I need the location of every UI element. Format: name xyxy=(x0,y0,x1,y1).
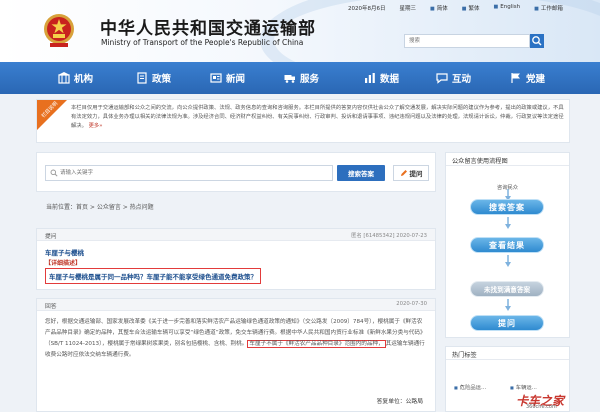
notice-body: 本栏目仅用于交通运输部和公众之间的交流，向公众提供政策、法规、政务信息的查询和咨… xyxy=(71,105,564,129)
answer-text: 您好，根据交通运输部、国家发展改革委《关于进一步完善和落实鲜活农产品运输绿色通道… xyxy=(45,317,427,361)
answer-label: 回答 xyxy=(45,304,57,310)
nav-item-party[interactable]: 党建 xyxy=(510,62,545,94)
flag-icon xyxy=(511,73,520,83)
message-panel: 搜索答案 提问 当前位置：首页 > 公众留言 > 热点问题 提问 匿名 [614… xyxy=(36,152,436,412)
divider xyxy=(446,359,569,360)
tag-item[interactable]: 危险品运… xyxy=(454,383,487,391)
flow-step-view-result[interactable]: 查看结果 xyxy=(470,237,544,253)
breadcrumb: 当前位置：首页 > 公众留言 > 热点问题 xyxy=(46,204,154,211)
usage-flowchart: 公众留言使用流程图 咨询民众 搜索答案 查看结果 未找到满意答案 提问 xyxy=(445,152,570,338)
link-work-email[interactable]: 工作邮箱 xyxy=(534,4,563,12)
arrow-down-icon xyxy=(505,255,511,267)
nav-label: 党建 xyxy=(526,74,546,85)
nav-item-service[interactable]: 服务 xyxy=(284,62,319,94)
flowchart-title: 公众留言使用流程图 xyxy=(452,158,508,165)
notice-more-link[interactable]: 更多» xyxy=(89,123,103,129)
question-card: 提问 匿名 [61485342] 2020-07-23 车厘子与樱桃 【详细描述… xyxy=(36,228,436,290)
flow-step-search[interactable]: 搜索答案 xyxy=(470,199,544,215)
building-icon xyxy=(58,72,70,84)
answer-card: 回答 2020-07-30 您好，根据交通运输部、国家发展改革委《关于进一步完善… xyxy=(36,298,436,412)
national-emblem-icon xyxy=(44,14,74,47)
nav-item-news[interactable]: 新闻 xyxy=(210,62,245,94)
divider xyxy=(446,165,569,166)
question-text: 车厘子与樱桃是属于同一品种吗？车厘子能不能享受绿色通道免费政策？ xyxy=(45,268,261,284)
notice-text: 本栏目仅用于交通运输部和公众之间的交流，向公众提供政策、法规、政务信息的查询和咨… xyxy=(71,104,565,131)
nav-label: 机构 xyxy=(74,74,94,85)
truck-icon xyxy=(284,75,295,83)
sidebar: 公众留言使用流程图 咨询民众 搜索答案 查看结果 未找到满意答案 提问 热门标签… xyxy=(445,152,570,412)
flow-step-no-answer[interactable]: 未找到满意答案 xyxy=(470,281,544,297)
nav-label: 新闻 xyxy=(226,74,246,85)
column-notice: 栏目说明 本栏目仅用于交通运输部和公众之间的交流，向公众提供政策、法规、政务信息… xyxy=(36,99,570,143)
top-utility-bar: 2020年8月6日 星期三 简体 繁体 English 工作邮箱 xyxy=(348,4,563,12)
weekday-text: 星期三 xyxy=(399,6,417,12)
nav-label: 数据 xyxy=(380,74,400,85)
question-meta: 匿名 [61485342] 2020-07-23 xyxy=(351,233,427,239)
arrow-down-icon xyxy=(505,299,511,311)
nav-item-data[interactable]: 数据 xyxy=(364,62,399,94)
tag-item[interactable]: 车辆运… xyxy=(510,383,537,391)
search-answer-button[interactable]: 搜索答案 xyxy=(337,165,385,181)
newspaper-icon xyxy=(210,73,222,83)
nav-item-interaction[interactable]: 互动 xyxy=(436,62,471,94)
keyword-input[interactable] xyxy=(60,166,328,180)
link-english[interactable]: English xyxy=(494,4,520,12)
question-title: 车厘子与樱桃 xyxy=(45,249,84,257)
link-simplified[interactable]: 简体 xyxy=(430,4,448,12)
answer-header: 回答 2020-07-30 xyxy=(37,299,435,311)
site-search-input[interactable] xyxy=(405,35,529,47)
question-header: 提问 匿名 [61485342] 2020-07-23 xyxy=(37,229,435,241)
ask-question-button[interactable]: 提问 xyxy=(393,165,429,181)
site-title-en: Ministry of Transport of the People's Re… xyxy=(101,38,304,47)
search-icon xyxy=(532,36,542,46)
nav-label: 服务 xyxy=(300,74,320,85)
arrow-down-icon xyxy=(505,217,511,229)
link-traditional[interactable]: 繁体 xyxy=(462,4,480,12)
pencil-icon xyxy=(400,170,407,176)
document-icon xyxy=(137,72,147,84)
flow-step-ask[interactable]: 提问 xyxy=(470,315,544,331)
answer-date: 2020-07-30 xyxy=(396,301,427,307)
keyword-field[interactable] xyxy=(45,165,333,181)
question-label: 提问 xyxy=(45,234,57,240)
nav-label: 政策 xyxy=(152,74,172,85)
ask-label: 提问 xyxy=(409,170,423,178)
search-icon xyxy=(50,169,58,177)
answer-signature: 答复单位：公路局 xyxy=(376,399,423,405)
site-search-button[interactable] xyxy=(530,34,544,48)
nav-item-organization[interactable]: 机构 xyxy=(58,62,93,94)
notice-ribbon: 栏目说明 xyxy=(37,100,67,130)
bar-chart-icon xyxy=(365,73,375,83)
date-text: 2020年8月6日 xyxy=(348,6,386,12)
chat-bubble-icon xyxy=(436,73,448,84)
watermark-domain: 360che.com xyxy=(526,404,557,410)
nav-item-policy[interactable]: 政策 xyxy=(136,62,171,94)
main-nav: 机构 政策 新闻 服务 数据 互动 党建 xyxy=(0,62,600,94)
nav-label: 互动 xyxy=(452,74,472,85)
message-search-bar: 搜索答案 提问 xyxy=(36,152,436,192)
site-search-box[interactable] xyxy=(404,34,530,48)
answer-highlight: 车厘子不属于《鲜活农产品品种目录》范围内的品种， xyxy=(247,340,386,348)
hot-tags-title: 热门标签 xyxy=(452,352,477,359)
site-header: 中华人民共和国交通运输部 Ministry of Transport of th… xyxy=(0,0,600,62)
question-detail-label: 【详细描述】 xyxy=(45,260,82,267)
site-title-cn[interactable]: 中华人民共和国交通运输部 xyxy=(100,14,316,39)
